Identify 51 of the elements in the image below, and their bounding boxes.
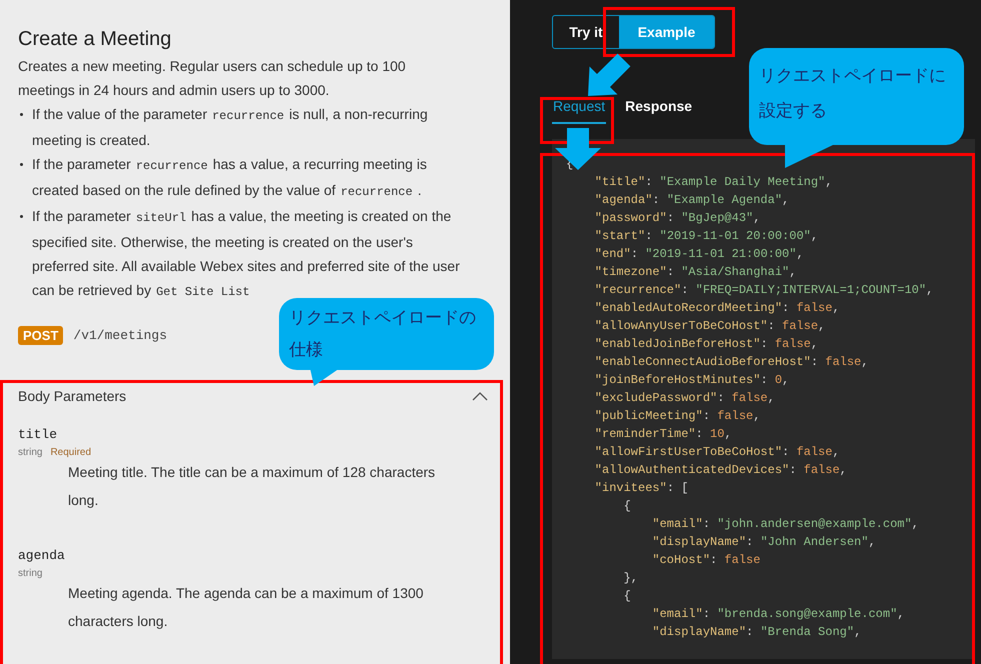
parameter-description: Meeting agenda. The agenda can be a maximum of 1300 characters long.: [68, 584, 424, 631]
endpoint-path: /v1/meetings: [73, 328, 168, 343]
code-line: "email": "brenda.song@example.com",: [652, 606, 904, 623]
parameter-type: string: [18, 568, 42, 579]
code-line: "email": "john.andersen@example.com",: [652, 516, 919, 533]
required-label: Required: [50, 447, 92, 458]
code-line: "enabledJoinBeforeHost": false,: [594, 336, 818, 353]
code-line: "allowFirstUserToBeCoHost": false,: [594, 444, 840, 461]
bullet-text: If the value of the parameter recurrence is null, a non-recurring meeting is created.: [32, 105, 429, 150]
tab[interactable]: Response: [624, 98, 694, 124]
code-line: "displayName": "John Andersen",: [652, 534, 876, 551]
bullet-dot: [20, 113, 23, 116]
code-line: "allowAuthenticatedDevices": false,: [594, 462, 847, 479]
code-line: "agenda": "Example Agenda",: [594, 192, 790, 209]
callout: リクエストペイロードの仕様: [279, 298, 494, 370]
bullet-text: If the parameter recurrence has a value, a recurring meeting is created based on the rule defined by the value of recurrence .: [32, 155, 428, 201]
code-line: "displayName": "Brenda Song",: [652, 624, 862, 641]
mode-button[interactable]: Try it: [553, 16, 619, 48]
code-line: "start": "2019-11-01 20:00:00",: [594, 228, 818, 245]
chevron-up-icon[interactable]: [472, 391, 488, 401]
description-text: Creates a new meeting. Regular users can schedule up to 100 meetings in 24 hours and admin users up to 3000.: [18, 57, 407, 100]
code-line: {: [624, 498, 631, 515]
bullet-dot: [20, 215, 23, 218]
code-line: "reminderTime": 10,: [594, 426, 732, 443]
code-line: "publicMeeting": false,: [594, 408, 760, 425]
code-line: "invitees": [: [594, 480, 688, 497]
callout-pointer: [785, 144, 835, 168]
code-line: "end": "2019-11-01 21:00:00",: [594, 246, 804, 263]
code-line: "coHost": false: [652, 552, 760, 569]
tab[interactable]: Request: [552, 98, 606, 124]
code-line: },: [624, 570, 638, 587]
parameter-name: title: [18, 427, 58, 443]
code-line: "enabledAutoRecordMeeting": false,: [594, 300, 840, 317]
code-line: "joinBeforeHostMinutes": 0,: [594, 372, 790, 389]
code-line: "password": "BgJep@43",: [594, 210, 760, 227]
parameter-name: agenda: [18, 548, 66, 564]
arrow-icon: [555, 128, 601, 170]
code-line: "allowAnyUserToBeCoHost": false,: [594, 318, 826, 335]
code-line: "recurrence": "FREQ=DAILY;INTERVAL=1;COUNT=10",: [594, 282, 934, 299]
code-line: "timezone": "Asia/Shanghai",: [594, 264, 796, 281]
section-title: Body Parameters: [18, 388, 126, 404]
code-line: {: [624, 588, 631, 605]
code-line: "enableConnectAudioBeforeHost": false,: [594, 354, 868, 371]
page-title: Create a Meeting: [18, 27, 172, 52]
bullet-dot: [20, 163, 23, 166]
parameter-description: Meeting title. The title can be a maximum of 128 characters long.: [68, 463, 436, 510]
parameter-type: string: [18, 447, 42, 458]
bullet-text: If the parameter siteUrl has a value, the meeting is created on the specified site. Otherwise, the meeting is created on the user's preferred site. All available Webex sites and preferred site of the user can be retrieved by Get Site List: [32, 207, 461, 301]
code-line: "excludePassword": false,: [594, 390, 775, 407]
method-badge: POST: [18, 326, 64, 345]
code-line: "title": "Example Daily Meeting",: [594, 174, 832, 191]
